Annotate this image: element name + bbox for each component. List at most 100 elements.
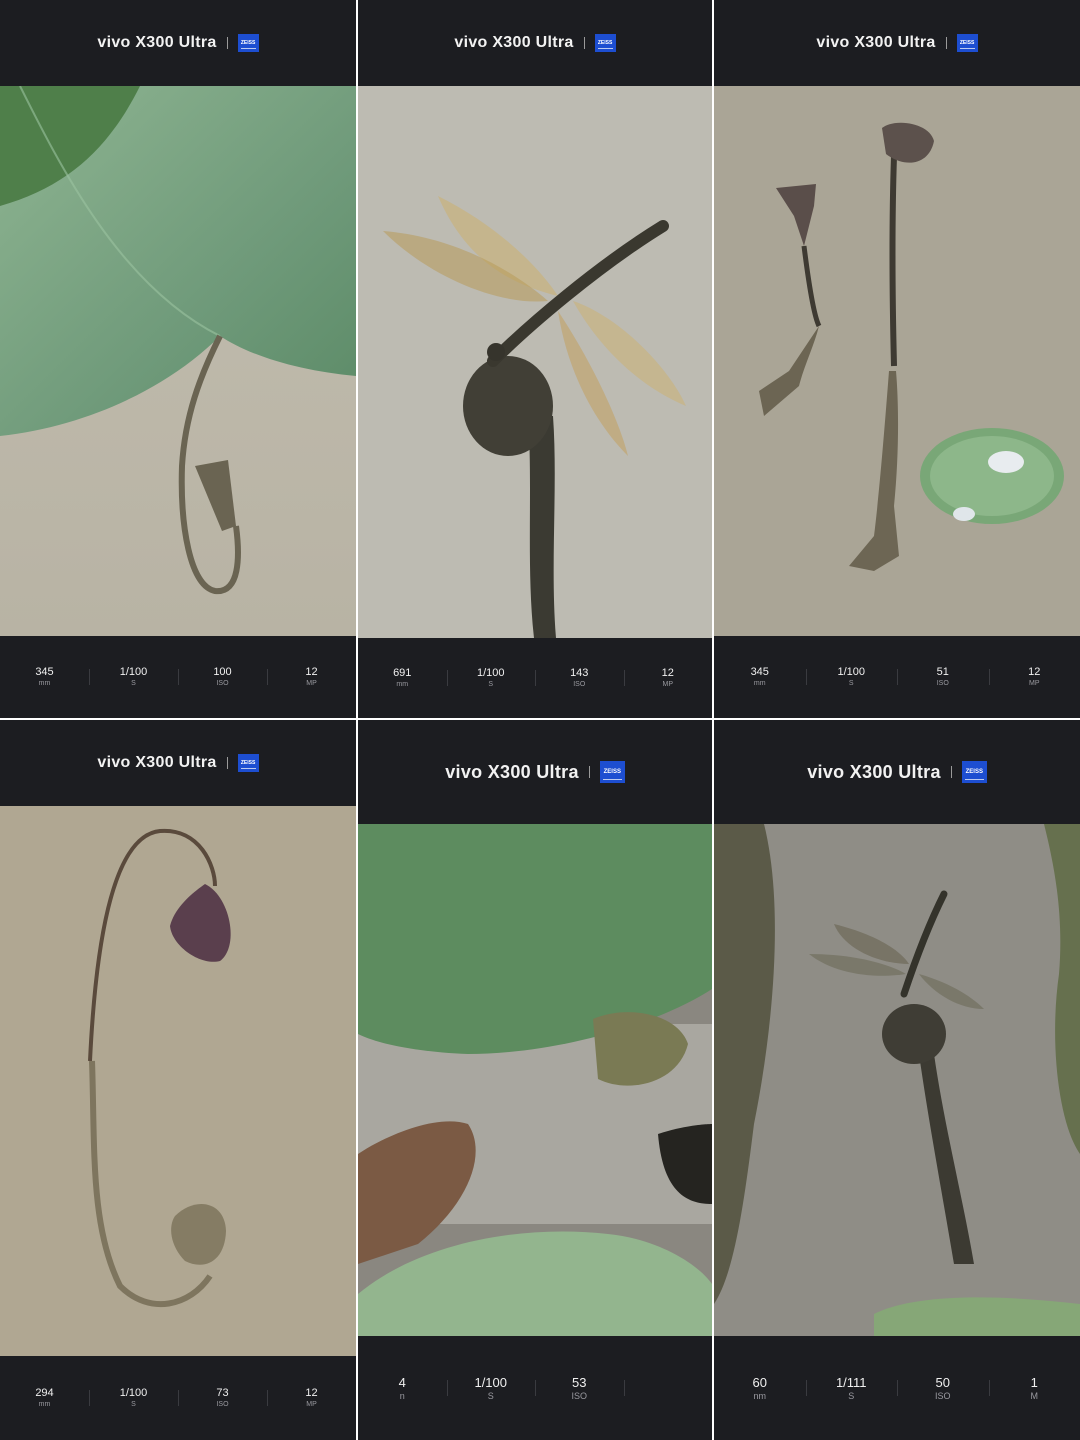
exif-bar: 60 nm 1/111 S 50 ISO 1M [714, 1336, 1080, 1440]
stat-unit: n [399, 1391, 405, 1401]
megapixel-stat: 12 MP [267, 665, 356, 689]
stat-value: 12 [305, 1387, 318, 1399]
exif-bar: 691 mm 1/100 S 143 ISO 12 MP [358, 638, 712, 718]
stat-value: 50 [935, 1375, 950, 1390]
photo-card-3[interactable]: vivo X300 Ultra ZEISS 345 mm 1/100 S 51 … [714, 0, 1080, 718]
stat-unit: ISO [571, 1391, 587, 1401]
photo-lotus-seedpods [714, 86, 1080, 636]
stat-unit: ISO [216, 680, 229, 687]
card-header: vivo X300 Ultra ZEISS [714, 720, 1080, 824]
photo-lotus-leaf-reflection [0, 86, 356, 636]
header-divider [583, 37, 585, 49]
header-divider [226, 37, 228, 49]
exif-bar: 294 mm 1/100 S 73 ISO 12 MP [0, 1356, 356, 1440]
iso-stat: 73 ISO [178, 1386, 267, 1410]
focal-length-stat: 345 mm [0, 665, 89, 689]
stat-unit: mm [753, 680, 766, 687]
shutter-stat: 1/100 S [446, 666, 536, 690]
shutter-stat: 1/111 S [805, 1375, 898, 1401]
zeiss-logo: ZEISS [599, 761, 625, 783]
focal-length-stat: 294 mm [0, 1386, 89, 1410]
stat-unit: nm [753, 1391, 766, 1401]
stat-unit: ISO [573, 681, 586, 688]
header-divider [226, 757, 228, 769]
iso-stat: 143 ISO [535, 666, 624, 690]
focal-length-stat: 60 nm [714, 1375, 806, 1401]
stat-unit: S [131, 1401, 136, 1408]
stat-value: 12 [1028, 666, 1041, 678]
zeiss-logo: ZEISS [237, 34, 259, 52]
stat-unit: M [1030, 1391, 1039, 1401]
stat-value: 345 [35, 666, 54, 678]
stat-value: 100 [213, 666, 232, 678]
focal-length-stat: 345 mm [714, 665, 806, 689]
megapixel-stat: 12 MP [623, 666, 713, 690]
zeiss-logo: ZEISS [237, 754, 259, 772]
stat-unit: ISO [216, 1401, 229, 1408]
photo-card-1[interactable]: vivo X300 Ultra ZEISS 345 mm 1/100 S 100 IS… [0, 0, 356, 718]
iso-stat: 50 ISO [897, 1375, 989, 1401]
stat-unit: MP [306, 680, 317, 687]
photo-dragonfly-silhouette [358, 86, 712, 638]
stat-value: 1/100 [837, 666, 866, 678]
stat-unit: mm [38, 1401, 51, 1408]
focal-length-stat: 4n [358, 1375, 447, 1401]
photo-card-5[interactable]: vivo X300 Ultra ZEISS 4n 1/100 S 53 ISO [358, 720, 712, 1440]
iso-stat: 53 ISO [535, 1375, 624, 1401]
stat-value: 1/100 [119, 666, 148, 678]
iso-stat: 100 ISO [178, 665, 267, 689]
header-divider [588, 766, 590, 778]
header-divider [950, 766, 952, 778]
stat-unit: MP [306, 1401, 317, 1408]
brand-name: vivo X300 Ultra [454, 34, 574, 51]
megapixel-stat: 12 MP [988, 665, 1080, 689]
stat-value: 143 [570, 667, 589, 679]
photo-lotus-leaves-water [358, 824, 712, 1336]
exif-bar: 345 mm 1/100 S 51 ISO 12 MP [714, 636, 1080, 718]
brand-name: vivo X300 Ultra [816, 34, 936, 51]
megapixel-stat: 1M [988, 1375, 1080, 1401]
stat-unit: MP [1029, 680, 1040, 687]
card-header: vivo X300 Ultra ZEISS [0, 0, 356, 86]
stat-unit: S [131, 680, 136, 687]
stat-value: 73 [216, 1387, 229, 1399]
shutter-stat: 1/100 S [89, 665, 178, 689]
header-divider [945, 37, 947, 49]
photo-card-6[interactable]: vivo X300 Ultra ZEISS 60 nm 1/111 S 50 ISO [714, 720, 1080, 1440]
stat-unit: S [848, 1391, 855, 1401]
stat-unit: ISO [934, 1391, 951, 1401]
stat-value: 60 [752, 1375, 767, 1390]
zeiss-logo: ZEISS [956, 34, 978, 52]
stat-unit: mm [38, 680, 51, 687]
brand-name: vivo X300 Ultra [807, 761, 941, 782]
photo-dragonfly-on-pond [714, 824, 1080, 1336]
brand-name: vivo X300 Ultra [97, 34, 217, 51]
stat-value: 1/111 [835, 1375, 867, 1390]
card-header: vivo X300 Ultra ZEISS [358, 0, 712, 86]
megapixel-stat: 12 MP [267, 1386, 356, 1410]
zeiss-logo: ZEISS [594, 34, 616, 52]
stat-value: 1/100 [474, 1375, 508, 1390]
photo-card-2[interactable]: vivo X300 Ultra ZEISS 691 mm 1/100 S 143 IS… [358, 0, 712, 718]
stat-value: 1/100 [119, 1387, 148, 1399]
stat-value: 4 [398, 1375, 406, 1390]
stat-value: 345 [750, 666, 769, 678]
stat-unit: MP [662, 681, 674, 688]
stat-unit: S [487, 1391, 494, 1401]
exif-bar: 345 mm 1/100 S 100 ISO 12 MP [0, 636, 356, 718]
stat-value: 53 [572, 1375, 587, 1390]
photo-grid: vivo X300 Ultra ZEISS 345 mm 1/100 S 100 IS… [0, 0, 1080, 1440]
stat-unit: ISO [936, 680, 949, 687]
card-header: vivo X300 Ultra ZEISS [0, 720, 356, 806]
shutter-stat: 1/100 S [89, 1386, 178, 1410]
stat-value: 691 [393, 667, 412, 679]
stat-unit: mm [396, 681, 409, 688]
card-header: vivo X300 Ultra ZEISS [714, 0, 1080, 86]
stat-unit: S [488, 681, 494, 688]
photo-drooping-lotus-bud [0, 806, 356, 1356]
shutter-stat: 1/100 S [805, 665, 898, 689]
focal-length-stat: 691 mm [358, 666, 447, 690]
photo-card-4[interactable]: vivo X300 Ultra ZEISS 294 mm 1/100 S 73 ISO… [0, 720, 356, 1440]
zeiss-logo: ZEISS [961, 761, 987, 783]
brand-name: vivo X300 Ultra [97, 754, 217, 771]
